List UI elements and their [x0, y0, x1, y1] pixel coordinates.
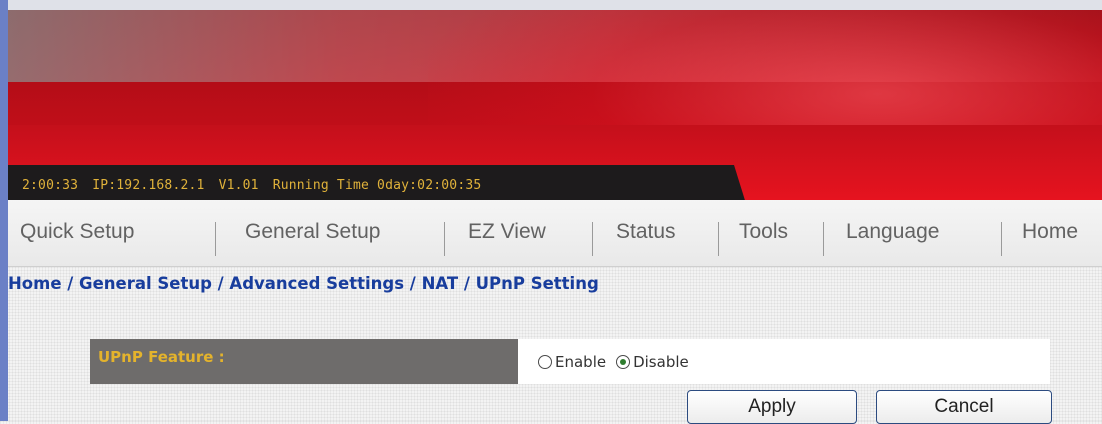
nav-status[interactable]: Status	[616, 220, 676, 244]
disable-radio-label[interactable]: Disable	[633, 353, 689, 371]
enable-radio-label[interactable]: Enable	[555, 353, 606, 371]
nav-home[interactable]: Home	[1022, 220, 1078, 244]
top-border	[8, 0, 1102, 10]
cancel-button[interactable]: Cancel	[876, 390, 1052, 424]
nav-separator	[215, 222, 216, 256]
nav-separator	[1001, 222, 1002, 256]
apply-button[interactable]: Apply	[687, 390, 857, 424]
left-accent-stripe	[0, 0, 8, 421]
nav-quick-setup[interactable]: Quick Setup	[20, 220, 134, 244]
nav-separator	[718, 222, 719, 256]
main-nav: Quick Setup General Setup EZ View Status…	[8, 200, 1102, 267]
nav-tools[interactable]: Tools	[739, 220, 788, 244]
header-banner: 2:00:33 IP:192.168.2.1 V1.01 Running Time 0…	[8, 10, 1102, 200]
disable-radio[interactable]	[616, 355, 631, 369]
upnp-feature-row: UPnP Feature : Enable Disable	[90, 339, 1050, 384]
nav-general-setup[interactable]: General Setup	[245, 220, 380, 244]
nav-separator	[823, 222, 824, 256]
breadcrumb: Home / General Setup / Advanced Settings…	[8, 274, 599, 293]
enable-radio[interactable]	[538, 355, 552, 369]
status-time: 2:00:33	[22, 178, 79, 193]
nav-separator	[444, 222, 445, 256]
nav-ez-view[interactable]: EZ View	[468, 220, 546, 244]
upnp-feature-label-cell: UPnP Feature :	[90, 339, 518, 384]
nav-separator	[592, 222, 593, 256]
status-ip: IP:192.168.2.1	[92, 178, 205, 193]
upnp-feature-value-cell: Enable Disable	[518, 339, 1050, 384]
status-running-time: Running Time 0day:02:00:35	[272, 178, 482, 193]
status-info: 2:00:33 IP:192.168.2.1 V1.01 Running Time 0…	[22, 178, 495, 193]
nav-language[interactable]: Language	[846, 220, 939, 244]
status-version: V1.01	[218, 178, 259, 193]
upnp-radio-group: Enable Disable	[538, 353, 699, 371]
upnp-feature-label: UPnP Feature :	[98, 348, 225, 366]
